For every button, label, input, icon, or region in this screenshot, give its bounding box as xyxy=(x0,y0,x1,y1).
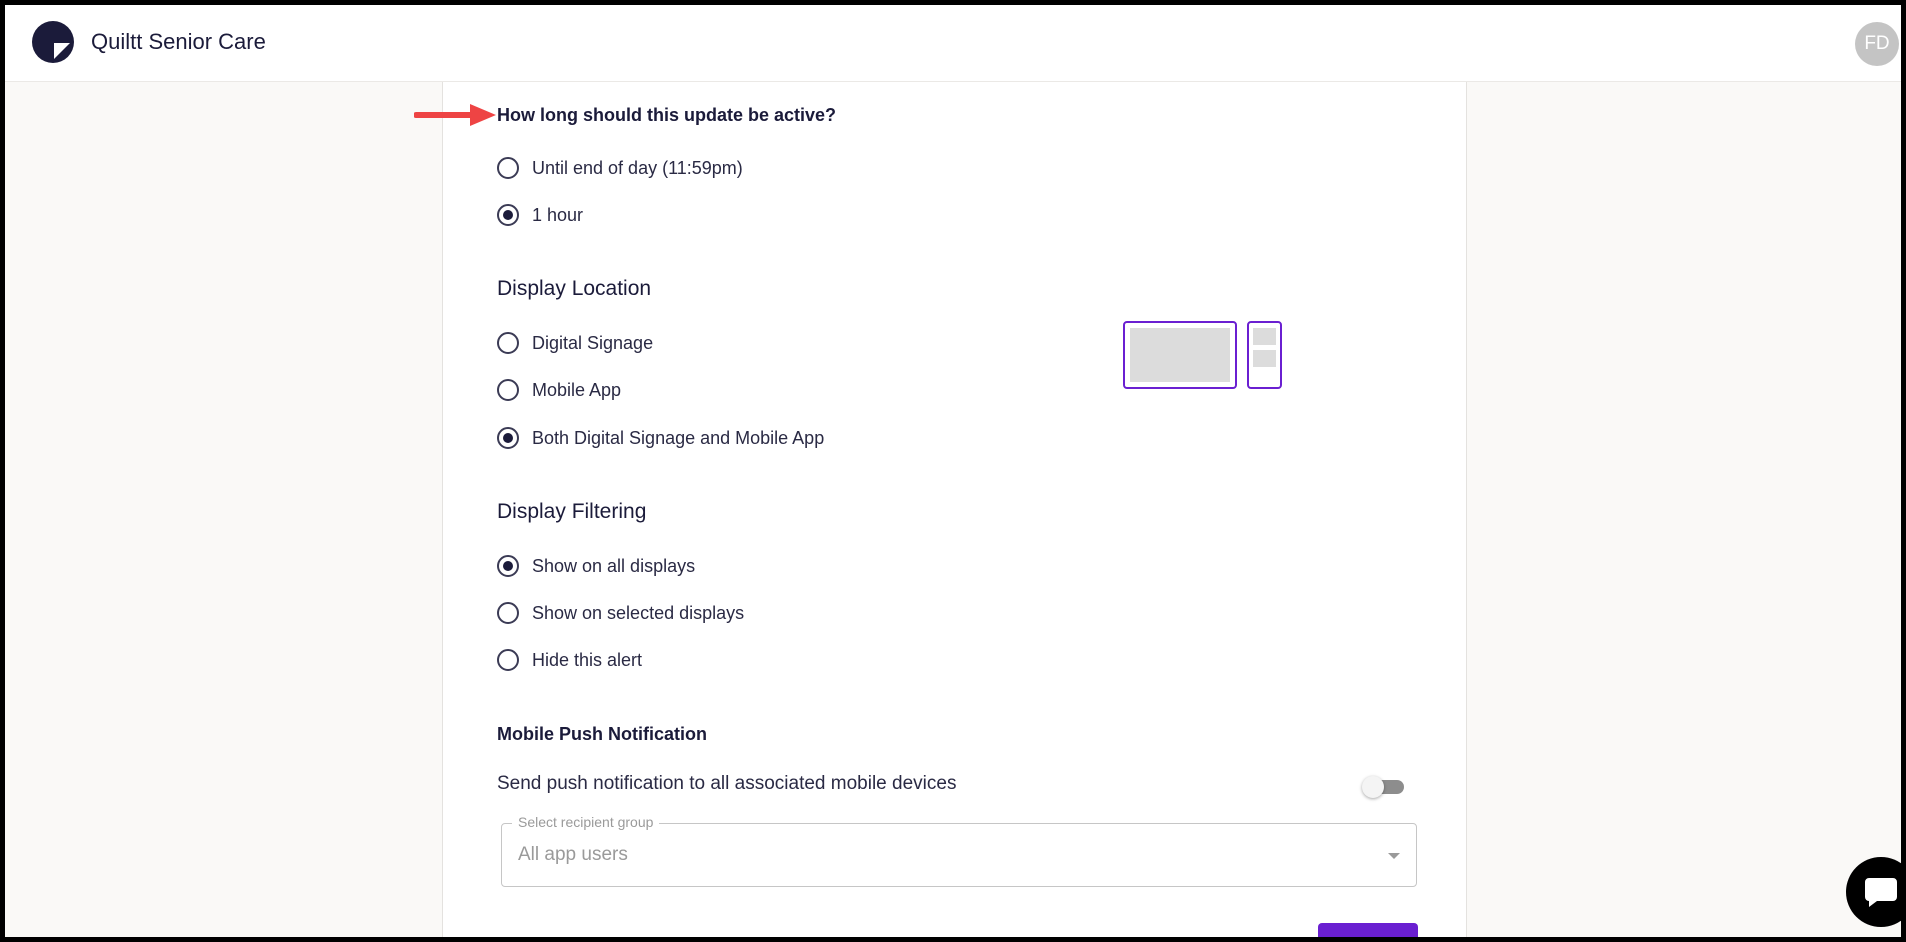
filter-option-selected-displays[interactable]: Show on selected displays xyxy=(497,598,744,628)
filter-option-all-displays[interactable]: Show on all displays xyxy=(497,551,695,581)
phone-block xyxy=(1253,350,1276,367)
duration-question: How long should this update be active? xyxy=(497,105,837,125)
radio-label: Both Digital Signage and Mobile App xyxy=(532,427,825,448)
recipient-group-select[interactable]: Select recipient group All app users xyxy=(501,814,1417,887)
radio-label: Show on selected displays xyxy=(532,602,745,623)
app-title: Quiltt Senior Care xyxy=(91,29,266,54)
push-notification-toggle[interactable] xyxy=(1362,775,1404,798)
phone-block xyxy=(1253,328,1276,345)
radio-label: Show on all displays xyxy=(532,555,696,576)
radio-button-selected[interactable] xyxy=(497,555,519,577)
post-button[interactable]: Post xyxy=(1318,923,1418,937)
radio-button[interactable] xyxy=(497,649,519,671)
location-option-digital-signage[interactable]: Digital Signage xyxy=(497,328,653,358)
filter-option-hide-alert[interactable]: Hide this alert xyxy=(497,645,642,675)
radio-button[interactable] xyxy=(497,379,519,401)
duration-option-end-of-day[interactable]: Until end of day (11:59pm) xyxy=(497,153,743,183)
chat-launcher-button[interactable] xyxy=(1846,857,1901,927)
user-avatar[interactable]: FD xyxy=(1855,22,1899,66)
top-bar: Quiltt Senior Care FD xyxy=(5,5,1901,82)
radio-label: Hide this alert xyxy=(532,649,643,670)
radio-button-selected[interactable] xyxy=(497,427,519,449)
device-preview xyxy=(1123,319,1283,391)
digital-signage-preview xyxy=(1123,321,1237,389)
push-toggle-label: Send push notification to all associated… xyxy=(497,773,957,794)
annotation-arrow-icon xyxy=(414,104,496,126)
push-notification-title: Mobile Push Notification xyxy=(497,724,707,744)
radio-label: Until end of day (11:59pm) xyxy=(532,157,743,178)
radio-button-selected[interactable] xyxy=(497,204,519,226)
duration-option-1-hour[interactable]: 1 hour xyxy=(497,200,583,230)
mobile-app-preview xyxy=(1247,321,1282,389)
radio-label: Mobile App xyxy=(532,379,622,400)
radio-button[interactable] xyxy=(497,332,519,354)
location-option-mobile-app[interactable]: Mobile App xyxy=(497,375,621,405)
toggle-knob[interactable] xyxy=(1362,776,1384,798)
signage-screen xyxy=(1130,328,1230,382)
app-window: Quiltt Senior Care FD How long should th… xyxy=(0,0,1906,942)
radio-label: Digital Signage xyxy=(532,332,654,353)
select-value: All app users xyxy=(518,844,628,865)
display-filtering-title: Display Filtering xyxy=(497,500,647,523)
location-option-both[interactable]: Both Digital Signage and Mobile App xyxy=(497,423,824,453)
radio-label: 1 hour xyxy=(532,204,584,225)
radio-button[interactable] xyxy=(497,157,519,179)
radio-button[interactable] xyxy=(497,602,519,624)
display-location-title: Display Location xyxy=(497,277,652,300)
quiltt-logo-icon[interactable] xyxy=(32,21,74,63)
chat-bubble-icon xyxy=(1865,878,1897,907)
select-label: Select recipient group xyxy=(512,814,660,830)
chevron-down-icon[interactable] xyxy=(1388,853,1400,859)
